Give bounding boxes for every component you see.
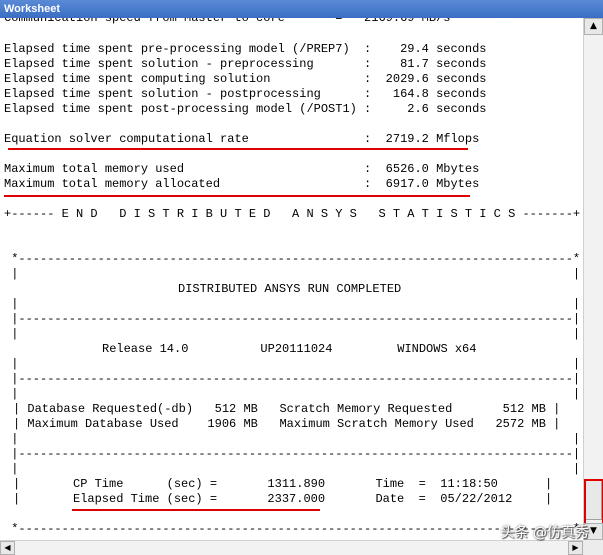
report-border: |: [545, 492, 553, 506]
end-statistics-banner: +------ E N D D I S T R I B U T E D A N …: [4, 207, 581, 221]
log-line: Elapsed time spent solution - postproces…: [4, 87, 487, 101]
report-border: | |: [4, 297, 581, 311]
report-border: | |: [4, 327, 581, 341]
scroll-right-button[interactable]: ▶: [568, 541, 583, 555]
horizontal-scrollbar[interactable]: ◀ ▶: [0, 540, 583, 555]
scroll-up-button[interactable]: ▲: [584, 18, 603, 35]
cp-time-line: CP Time (sec) = 1311.890 Time = 11:18:50: [73, 477, 498, 491]
report-border: |---------------------------------------…: [4, 372, 581, 386]
scroll-left-button[interactable]: ◀: [0, 541, 15, 555]
report-border: |: [13, 477, 21, 491]
scroll-thumb-highlight: [584, 479, 603, 525]
solver-rate-underline: [8, 148, 468, 150]
log-line: Elapsed time spent computing solution : …: [4, 72, 487, 86]
report-border: *---------------------------------------…: [4, 522, 581, 536]
scrollbar-corner: [583, 540, 603, 555]
release-line: Release 14.0 UP20111024 WINDOWS x64: [102, 342, 477, 356]
report-border: *---------------------------------------…: [4, 252, 581, 266]
elapsed-time-line: Elapsed Time (sec) = 2337.000 Date = 05/…: [73, 492, 513, 506]
partial-line: Communication speed from Master to core …: [4, 18, 451, 25]
report-border: |: [545, 477, 553, 491]
window-title: Worksheet: [0, 0, 603, 18]
memory-allocated-line: Maximum total memory allocated : 6917.0 …: [4, 177, 480, 191]
memory-used-line: Maximum total memory used : 6526.0 Mbyte…: [4, 162, 480, 176]
report-border: |---------------------------------------…: [4, 312, 581, 326]
report-border: | |: [4, 432, 581, 446]
scroll-thumb[interactable]: [584, 479, 603, 525]
memory-allocated-underline: [4, 195, 470, 197]
log-line: Elapsed time spent post-processing model…: [4, 102, 487, 116]
output-text-area[interactable]: Communication speed from Master to core …: [0, 18, 583, 540]
memory-used-text: Maximum Database Used 1906 MB Maximum Sc…: [27, 417, 546, 431]
elapsed-time-underline: [72, 509, 320, 511]
log-line: Elapsed time spent pre-processing model …: [4, 42, 487, 56]
worksheet-window: Worksheet Communication speed from Maste…: [0, 0, 603, 555]
solver-rate-line: Equation solver computational rate : 271…: [4, 132, 480, 146]
report-border: | |: [4, 462, 581, 476]
report-border: |: [13, 492, 21, 506]
report-border: | |: [4, 267, 581, 281]
watermark-text: 头条 @仿真秀: [500, 525, 589, 541]
run-completed-title: DISTRIBUTED ANSYS RUN COMPLETED: [178, 282, 402, 296]
memory-line: | Maximum Database Used 1906 MB Maximum …: [13, 417, 561, 431]
log-line: Elapsed time spent solution - preprocess…: [4, 57, 487, 71]
memory-line: | Database Requested(-db) 512 MB Scratch…: [13, 402, 561, 416]
report-border: |---------------------------------------…: [4, 447, 581, 461]
memory-requested-text: Database Requested(-db) 512 MB Scratch M…: [27, 402, 546, 416]
report-border: | |: [4, 357, 581, 371]
vertical-scrollbar[interactable]: ▲ ▼: [583, 18, 603, 540]
report-border: | |: [4, 387, 581, 401]
